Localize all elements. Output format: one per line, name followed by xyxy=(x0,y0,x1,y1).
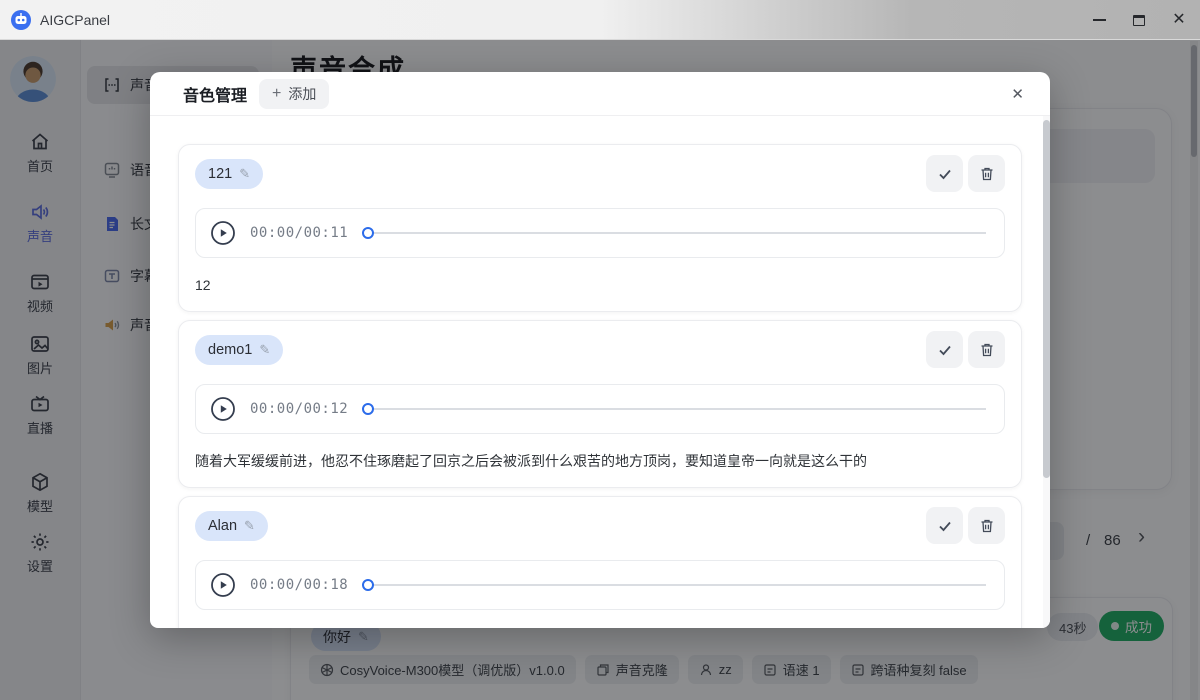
seek-slider[interactable] xyxy=(362,227,990,239)
modal-scrollbar-thumb[interactable] xyxy=(1043,120,1050,478)
modal-header: 音色管理 + 添加 ✕ xyxy=(150,72,1050,116)
slider-track xyxy=(374,232,986,234)
confirm-voice-button[interactable] xyxy=(926,155,963,192)
edit-icon: ✎ xyxy=(244,517,255,533)
minimize-icon xyxy=(1092,19,1106,21)
title-bar: AIGCPanel ✕ xyxy=(0,0,1200,40)
play-button[interactable] xyxy=(210,220,236,246)
slider-handle[interactable] xyxy=(362,227,375,239)
play-button[interactable] xyxy=(210,572,236,598)
edit-icon: ✎ xyxy=(259,341,271,357)
voice-sample-text: 随着大军缓缓前进，他忍不住琢磨起了回京之后会被派到什么艰苦的地方顶岗，要知道皇帝… xyxy=(195,453,867,469)
modal-scrollbar xyxy=(1043,116,1050,628)
time-display: 00:00/00:18 xyxy=(250,577,349,593)
maximize-button[interactable] xyxy=(1126,7,1152,33)
voice-name: Alan xyxy=(208,517,238,534)
trash-icon xyxy=(981,343,992,356)
modal-close-button[interactable]: ✕ xyxy=(1011,85,1024,103)
confirm-voice-button[interactable] xyxy=(926,507,963,544)
play-icon xyxy=(211,573,235,597)
voice-name: demo1 xyxy=(208,341,253,358)
delete-voice-button[interactable] xyxy=(968,507,1005,544)
minimize-button[interactable] xyxy=(1086,7,1112,33)
voice-sample-text: 魔众是一个专注于互联网解决方案的研发团队，我们拥有一支充满激情、以技术创新为目标… xyxy=(195,624,1005,628)
voice-card: Alan ✎ 00:00/00:18 魔众是一个专注于互联网解决方案的研发团队，… xyxy=(178,496,1022,628)
close-icon: ✕ xyxy=(1172,11,1186,28)
seek-slider[interactable] xyxy=(362,403,990,415)
app-logo-icon xyxy=(11,9,31,30)
delete-voice-button[interactable] xyxy=(968,331,1005,368)
time-display: 00:00/00:11 xyxy=(250,225,349,241)
add-voice-button[interactable]: + 添加 xyxy=(259,78,330,109)
check-icon xyxy=(938,521,951,531)
audio-player: 00:00/00:12 xyxy=(195,384,1005,434)
app-title: AIGCPanel xyxy=(40,11,111,28)
voice-card: 121 ✎ 00:00/00:11 12 xyxy=(178,144,1022,312)
play-icon xyxy=(211,221,235,245)
voice-name-pill[interactable]: demo1 ✎ xyxy=(195,334,284,365)
add-voice-label: 添加 xyxy=(288,85,317,102)
check-icon xyxy=(938,345,951,355)
audio-player: 00:00/00:18 xyxy=(195,560,1005,610)
audio-player: 00:00/00:11 xyxy=(195,208,1005,258)
voice-sample-text: 12 xyxy=(195,277,211,293)
time-display: 00:00/00:12 xyxy=(250,401,349,417)
voice-card: demo1 ✎ 00:00/00:12 随着大军缓缓前进，他忍不住琢磨起了回京之… xyxy=(178,320,1022,488)
slider-track xyxy=(374,584,986,586)
close-window-button[interactable]: ✕ xyxy=(1166,7,1192,33)
delete-voice-button[interactable] xyxy=(968,155,1005,192)
app-window: AIGCPanel ✕ 首页 声音 视频 图片 直播 模型 设置 声音 语音 长… xyxy=(0,0,1200,700)
slider-handle[interactable] xyxy=(362,403,375,415)
maximize-icon xyxy=(1133,14,1145,26)
voice-manage-modal: 音色管理 + 添加 ✕ 121 ✎ 00:00/00:11 12 demo1 ✎… xyxy=(150,72,1050,628)
modal-body: 121 ✎ 00:00/00:11 12 demo1 ✎ 00:00/00:12… xyxy=(150,116,1050,628)
play-button[interactable] xyxy=(210,396,236,422)
check-icon xyxy=(938,169,951,179)
trash-icon xyxy=(981,167,992,180)
seek-slider[interactable] xyxy=(362,579,990,591)
play-icon xyxy=(211,397,235,421)
slider-handle[interactable] xyxy=(362,579,375,591)
edit-icon: ✎ xyxy=(239,165,251,181)
voice-name-pill[interactable]: 121 ✎ xyxy=(195,158,264,189)
plus-icon: + xyxy=(272,84,282,102)
modal-title: 音色管理 xyxy=(183,87,248,105)
voice-name-pill[interactable]: Alan ✎ xyxy=(195,510,268,541)
confirm-voice-button[interactable] xyxy=(926,331,963,368)
trash-icon xyxy=(981,519,992,532)
voice-name: 121 xyxy=(208,165,233,182)
slider-track xyxy=(374,408,986,410)
